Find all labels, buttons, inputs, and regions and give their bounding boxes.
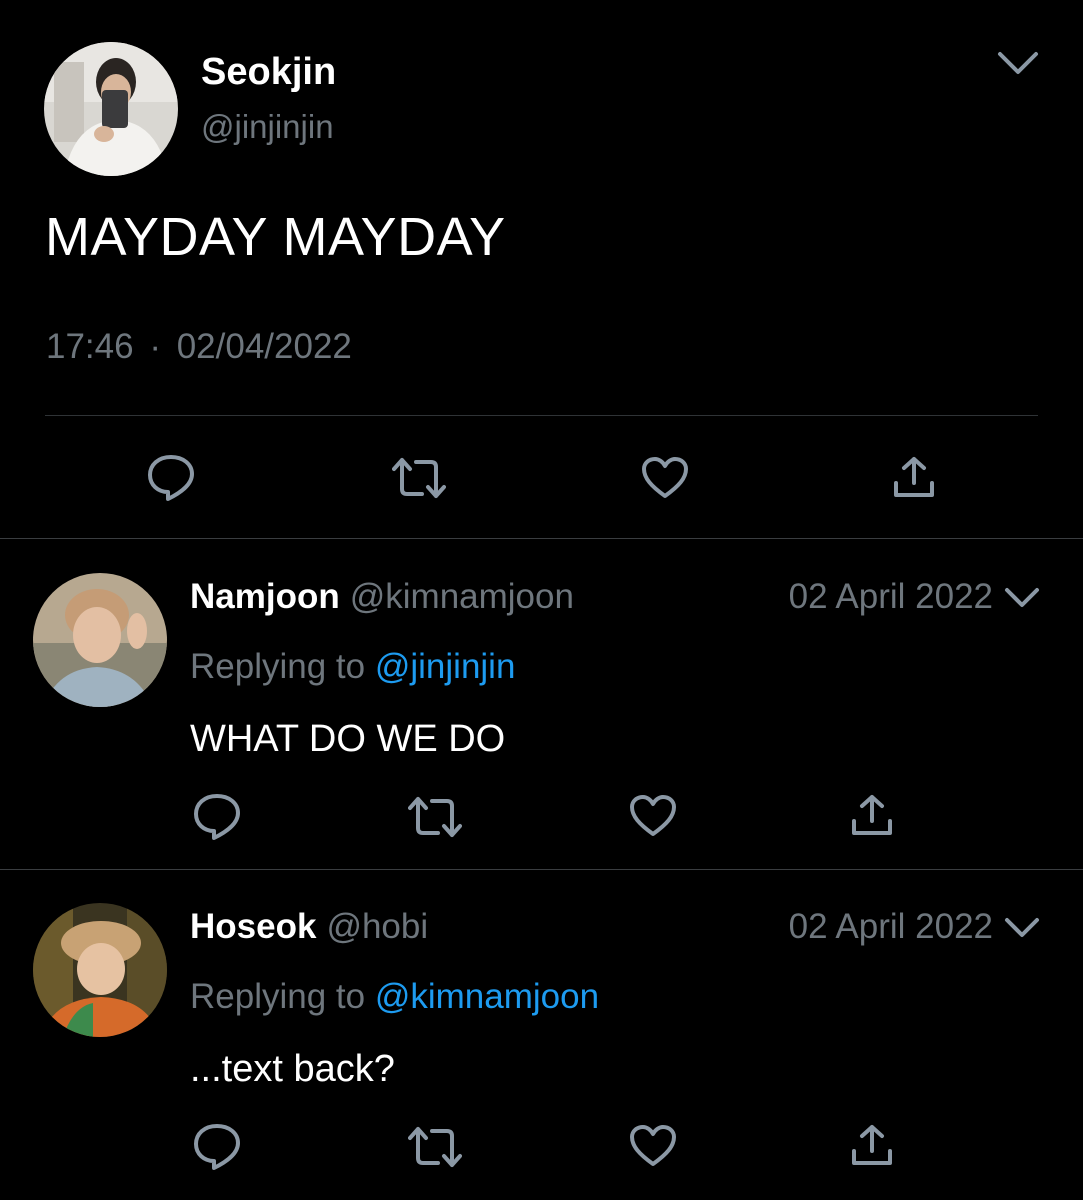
like-icon[interactable] — [629, 1124, 677, 1168]
chevron-down-icon[interactable] — [1004, 916, 1040, 940]
chevron-down-icon[interactable] — [996, 48, 1040, 78]
main-author-name[interactable]: Seokjin — [201, 48, 336, 96]
reply-author[interactable]: Hoseok @hobi — [190, 905, 428, 949]
thread-divider — [0, 869, 1083, 870]
share-icon[interactable] — [892, 455, 936, 499]
main-tweet-timestamp[interactable]: 17:46 · 02/04/2022 — [46, 325, 352, 369]
reply-date[interactable]: 02 April 2022 — [700, 575, 993, 619]
reply-author-handle: @kimnamjoon — [349, 577, 574, 616]
replying-to-prefix: Replying to — [190, 977, 366, 1016]
reply-date[interactable]: 02 April 2022 — [700, 905, 993, 949]
reply-icon[interactable] — [192, 1121, 242, 1171]
replying-to: Replying to @jinjinjin — [190, 645, 515, 689]
replying-to-mention[interactable]: @jinjinjin — [375, 647, 516, 686]
reply-icon[interactable] — [146, 452, 196, 502]
tweet-time: 17:46 — [46, 327, 134, 366]
main-author-avatar[interactable] — [44, 42, 178, 176]
main-author-handle[interactable]: @jinjinjin — [201, 106, 334, 148]
replying-to-prefix: Replying to — [190, 647, 366, 686]
reply-icon[interactable] — [192, 791, 242, 841]
retweet-icon[interactable] — [392, 456, 446, 500]
retweet-icon[interactable] — [408, 795, 462, 839]
main-tweet-divider — [45, 415, 1038, 416]
tweet-date: 02/04/2022 — [176, 327, 352, 366]
replying-to-mention[interactable]: @kimnamjoon — [375, 977, 599, 1016]
reply-author[interactable]: Namjoon @kimnamjoon — [190, 575, 574, 619]
reply-author-name: Hoseok — [190, 907, 317, 946]
replying-to: Replying to @kimnamjoon — [190, 975, 599, 1019]
share-icon[interactable] — [850, 793, 894, 837]
reply-author-avatar[interactable] — [33, 903, 167, 1037]
meta-separator: · — [149, 327, 161, 366]
main-tweet-text: MAYDAY MAYDAY — [45, 207, 506, 267]
reply-text: WHAT DO WE DO — [190, 718, 506, 760]
reply-author-name: Namjoon — [190, 577, 340, 616]
chevron-down-icon[interactable] — [1004, 586, 1040, 610]
like-icon[interactable] — [629, 794, 677, 838]
like-icon[interactable] — [641, 456, 689, 500]
reply-author-handle: @hobi — [326, 907, 429, 946]
reply-text: ...text back? — [190, 1048, 395, 1090]
thread-divider — [0, 538, 1083, 539]
reply-author-avatar[interactable] — [33, 573, 167, 707]
retweet-icon[interactable] — [408, 1125, 462, 1169]
share-icon[interactable] — [850, 1123, 894, 1167]
